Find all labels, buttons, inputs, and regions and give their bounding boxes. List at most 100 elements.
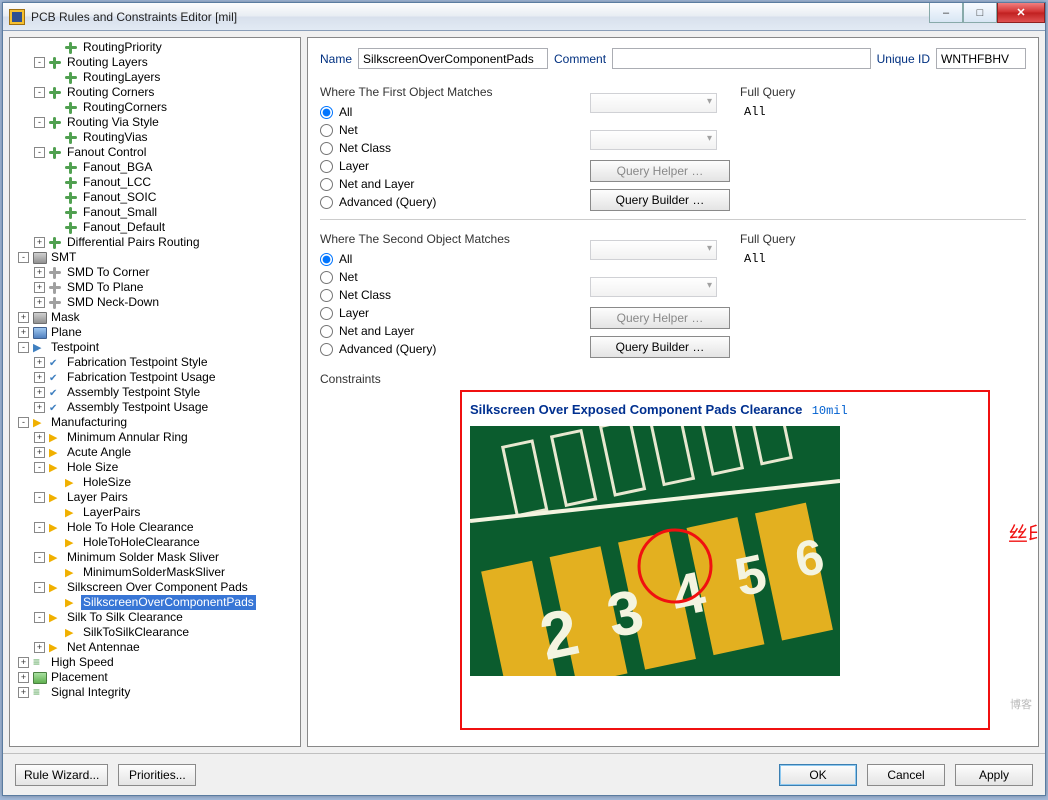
tree-node[interactable]: Fanout_LCC bbox=[48, 175, 300, 190]
scope-radio-layer[interactable] bbox=[320, 160, 333, 173]
expand-toggle[interactable]: + bbox=[34, 432, 45, 443]
expand-toggle[interactable]: - bbox=[34, 57, 45, 68]
tree-node[interactable]: Fanout_SOIC bbox=[48, 190, 300, 205]
expand-toggle[interactable]: + bbox=[18, 672, 29, 683]
expand-toggle[interactable]: + bbox=[34, 282, 45, 293]
scope-radio-net-class[interactable] bbox=[320, 142, 333, 155]
tree-node[interactable]: Fanout_Default bbox=[48, 220, 300, 235]
scope-radio-net-class[interactable] bbox=[320, 289, 333, 302]
scope-combo-1a[interactable] bbox=[590, 93, 717, 113]
expand-toggle[interactable]: + bbox=[34, 642, 45, 653]
expand-toggle[interactable]: + bbox=[34, 387, 45, 398]
expand-toggle[interactable]: - bbox=[34, 552, 45, 563]
maximize-button[interactable] bbox=[963, 3, 997, 23]
tree-node[interactable]: +SMD To Corner bbox=[32, 265, 300, 280]
tree-node[interactable]: HoleSize bbox=[48, 475, 300, 490]
expand-toggle[interactable]: + bbox=[18, 312, 29, 323]
tree-node[interactable]: -Fanout Control bbox=[32, 145, 300, 160]
expand-toggle[interactable]: + bbox=[34, 402, 45, 413]
expand-toggle[interactable]: + bbox=[18, 687, 29, 698]
expand-toggle[interactable]: + bbox=[18, 657, 29, 668]
expand-toggle[interactable]: - bbox=[34, 117, 45, 128]
tree-node[interactable]: +Acute Angle bbox=[32, 445, 300, 460]
expand-toggle[interactable]: + bbox=[34, 267, 45, 278]
scope-combo-2a[interactable] bbox=[590, 240, 717, 260]
query-builder-button-1[interactable]: Query Builder … bbox=[590, 189, 730, 211]
expand-toggle[interactable]: - bbox=[34, 462, 45, 473]
expand-toggle[interactable]: + bbox=[34, 237, 45, 248]
tree-node[interactable]: SilkscreenOverComponentPads bbox=[48, 595, 300, 610]
scope-radio-net-and-layer[interactable] bbox=[320, 325, 333, 338]
uniqueid-field[interactable] bbox=[936, 48, 1026, 69]
tree-node[interactable]: +Placement bbox=[16, 670, 300, 685]
expand-toggle[interactable]: - bbox=[18, 342, 29, 353]
priorities-button[interactable]: Priorities... bbox=[118, 764, 196, 786]
tree-node[interactable]: +SMD Neck-Down bbox=[32, 295, 300, 310]
scope-radio-all[interactable] bbox=[320, 106, 333, 119]
tree-node[interactable]: -Silkscreen Over Component Pads bbox=[32, 580, 300, 595]
tree-node[interactable]: -Routing Via Style bbox=[32, 115, 300, 130]
scope-radio-advanced-query-[interactable] bbox=[320, 196, 333, 209]
tree-node[interactable]: HoleToHoleClearance bbox=[48, 535, 300, 550]
tree-node[interactable]: RoutingCorners bbox=[48, 100, 300, 115]
minimize-button[interactable] bbox=[929, 3, 963, 23]
tree-node[interactable]: RoutingVias bbox=[48, 130, 300, 145]
tree-node[interactable]: +Minimum Annular Ring bbox=[32, 430, 300, 445]
scope-radio-net-and-layer[interactable] bbox=[320, 178, 333, 191]
tree-node[interactable]: +Assembly Testpoint Style bbox=[32, 385, 300, 400]
tree-node[interactable]: +Assembly Testpoint Usage bbox=[32, 400, 300, 415]
tree-node[interactable]: Fanout_Small bbox=[48, 205, 300, 220]
query-helper-button-2[interactable]: Query Helper … bbox=[590, 307, 730, 329]
tree-node[interactable]: SilkToSilkClearance bbox=[48, 625, 300, 640]
expand-toggle[interactable]: + bbox=[34, 297, 45, 308]
expand-toggle[interactable]: - bbox=[34, 87, 45, 98]
tree-node[interactable]: +Differential Pairs Routing bbox=[32, 235, 300, 250]
tree-node[interactable]: LayerPairs bbox=[48, 505, 300, 520]
tree-node[interactable]: +Mask bbox=[16, 310, 300, 325]
tree-node[interactable]: RoutingLayers bbox=[48, 70, 300, 85]
tree-node[interactable]: -Hole To Hole Clearance bbox=[32, 520, 300, 535]
title-bar[interactable]: PCB Rules and Constraints Editor [mil] bbox=[3, 3, 1045, 31]
expand-toggle[interactable]: - bbox=[34, 492, 45, 503]
scope-radio-net[interactable] bbox=[320, 271, 333, 284]
cancel-button[interactable]: Cancel bbox=[867, 764, 945, 786]
scope-radio-net[interactable] bbox=[320, 124, 333, 137]
tree-node[interactable]: +Signal Integrity bbox=[16, 685, 300, 700]
tree-node[interactable]: -Minimum Solder Mask Sliver bbox=[32, 550, 300, 565]
tree-node[interactable]: -Silk To Silk Clearance bbox=[32, 610, 300, 625]
tree-node[interactable]: +Net Antennae bbox=[32, 640, 300, 655]
tree-node[interactable]: RoutingPriority bbox=[48, 40, 300, 55]
rule-tree-panel[interactable]: RoutingPriority-Routing LayersRoutingLay… bbox=[9, 37, 301, 747]
expand-toggle[interactable]: + bbox=[34, 372, 45, 383]
tree-node[interactable]: MinimumSolderMaskSliver bbox=[48, 565, 300, 580]
constraint-value[interactable]: 10mil bbox=[812, 404, 848, 418]
tree-node[interactable]: -Hole Size bbox=[32, 460, 300, 475]
expand-toggle[interactable]: - bbox=[34, 147, 45, 158]
apply-button[interactable]: Apply bbox=[955, 764, 1033, 786]
comment-field[interactable] bbox=[612, 48, 871, 69]
tree-node[interactable]: -Routing Corners bbox=[32, 85, 300, 100]
scope-radio-layer[interactable] bbox=[320, 307, 333, 320]
query-helper-button-1[interactable]: Query Helper … bbox=[590, 160, 730, 182]
expand-toggle[interactable]: + bbox=[34, 447, 45, 458]
query-builder-button-2[interactable]: Query Builder … bbox=[590, 336, 730, 358]
expand-toggle[interactable]: - bbox=[18, 252, 29, 263]
expand-toggle[interactable]: - bbox=[34, 582, 45, 593]
tree-node[interactable]: -Layer Pairs bbox=[32, 490, 300, 505]
scope-radio-all[interactable] bbox=[320, 253, 333, 266]
tree-node[interactable]: +Fabrication Testpoint Style bbox=[32, 355, 300, 370]
tree-node[interactable]: -Routing Layers bbox=[32, 55, 300, 70]
name-field[interactable] bbox=[358, 48, 548, 69]
expand-toggle[interactable]: + bbox=[34, 357, 45, 368]
ok-button[interactable]: OK bbox=[779, 764, 857, 786]
expand-toggle[interactable]: - bbox=[18, 417, 29, 428]
tree-node[interactable]: +High Speed bbox=[16, 655, 300, 670]
rule-wizard-button[interactable]: Rule Wizard... bbox=[15, 764, 108, 786]
close-button[interactable] bbox=[997, 3, 1045, 23]
tree-node[interactable]: -Manufacturing bbox=[16, 415, 300, 430]
scope-radio-advanced-query-[interactable] bbox=[320, 343, 333, 356]
tree-node[interactable]: +SMD To Plane bbox=[32, 280, 300, 295]
scope-combo-2b[interactable] bbox=[590, 277, 717, 297]
tree-node[interactable]: +Fabrication Testpoint Usage bbox=[32, 370, 300, 385]
tree-node[interactable]: Fanout_BGA bbox=[48, 160, 300, 175]
